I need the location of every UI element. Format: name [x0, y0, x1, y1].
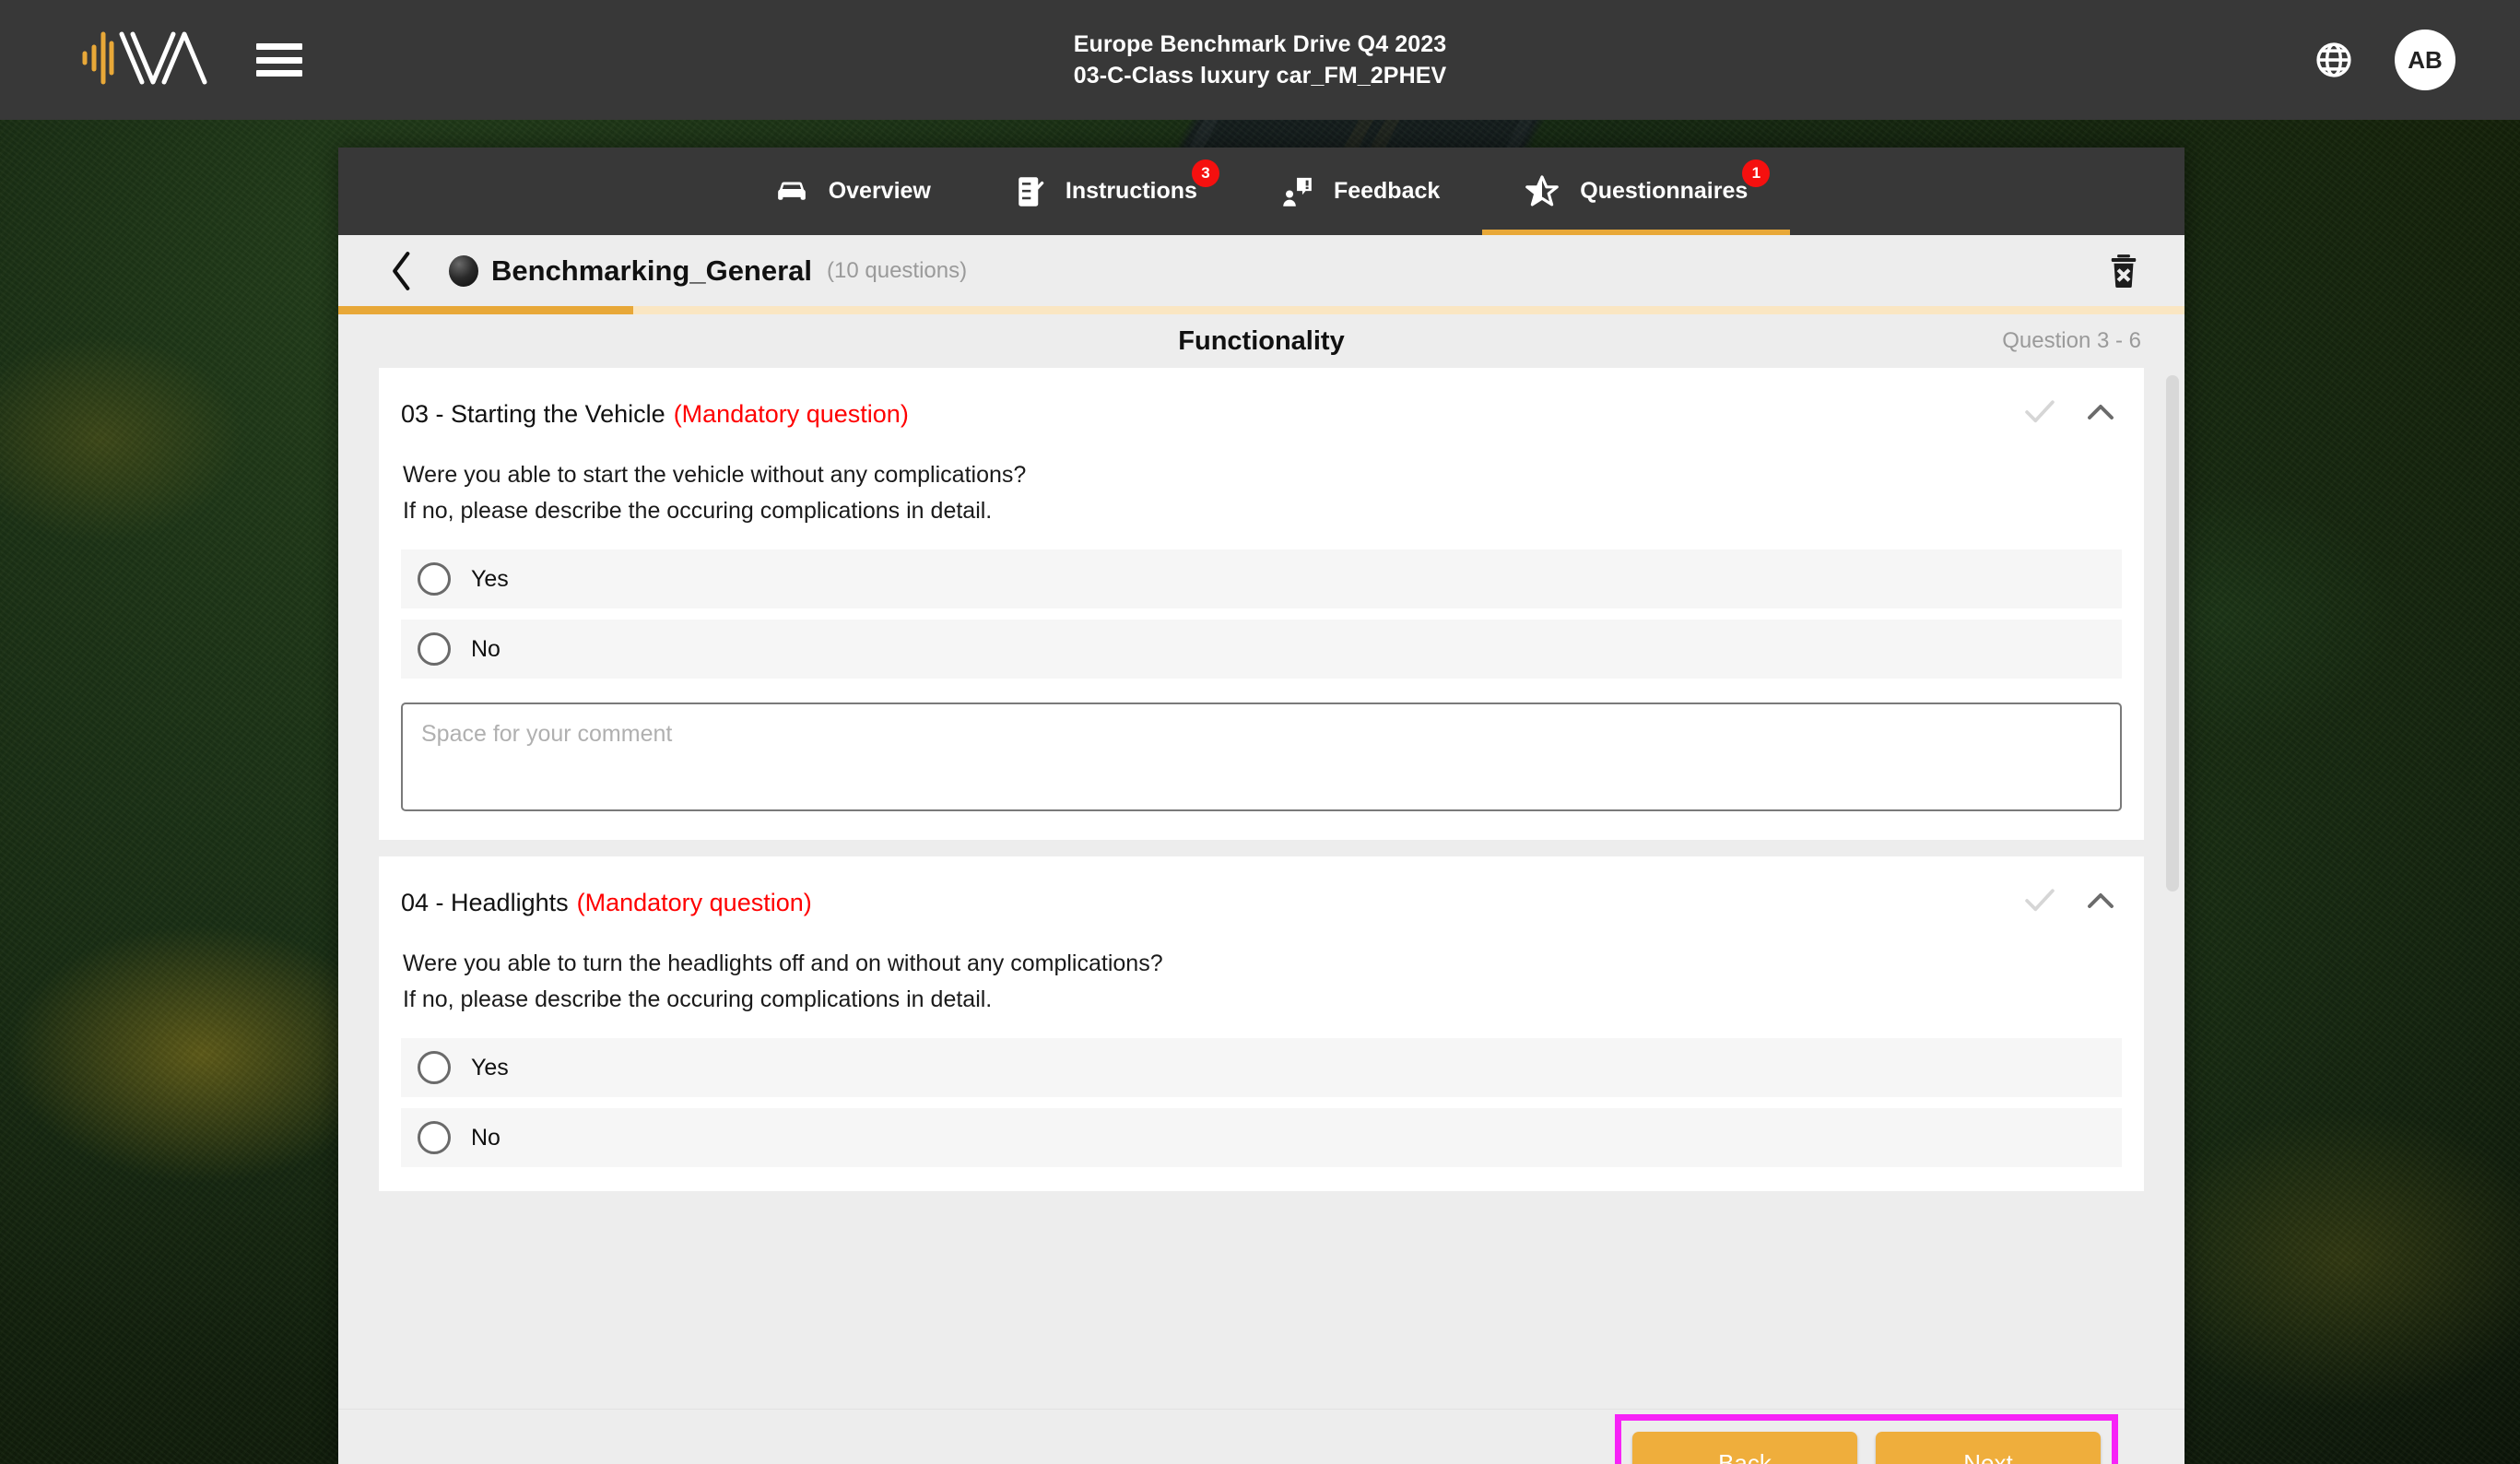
- back-chevron-icon[interactable]: [379, 245, 425, 297]
- avatar[interactable]: AB: [2395, 30, 2455, 90]
- navigation-buttons-highlight: Back Next: [1615, 1413, 2118, 1464]
- tab-feedback-label: Feedback: [1333, 178, 1441, 204]
- question-04-option-yes-label: Yes: [471, 1054, 509, 1080]
- page-title-line2: 03-C-Class luxury car_FM_2PHEV: [1073, 63, 1447, 89]
- check-icon: [2024, 399, 2055, 430]
- chevron-up-icon[interactable]: [2087, 403, 2114, 426]
- section-header: Functionality Question 3 - 6: [338, 314, 2184, 368]
- question-03-body: Were you able to start the vehicle witho…: [401, 435, 2122, 538]
- radio-icon[interactable]: [418, 632, 451, 666]
- chevron-up-icon[interactable]: [2087, 891, 2114, 915]
- progress-bar: [338, 306, 2184, 314]
- page-title-line1: Europe Benchmark Drive Q4 2023: [1073, 31, 1447, 57]
- question-04-text-line2: If no, please describe the occuring comp…: [403, 986, 993, 1012]
- progress-bar-fill: [338, 306, 634, 314]
- avatar-initials: AB: [2408, 45, 2443, 74]
- tab-instructions[interactable]: Instructions 3: [973, 148, 1240, 235]
- question-03-header: 03 - Starting the Vehicle (Mandatory que…: [401, 368, 2122, 435]
- scrollbar-thumb[interactable]: [2166, 375, 2179, 891]
- question-03-option-yes-label: Yes: [471, 565, 509, 592]
- question-03-option-no-label: No: [471, 635, 500, 662]
- next-button[interactable]: Next: [1876, 1431, 2101, 1464]
- top-bar: Europe Benchmark Drive Q4 2023 03-C-Clas…: [0, 0, 2520, 120]
- car-icon: [775, 178, 808, 206]
- question-04-option-yes[interactable]: Yes: [401, 1038, 2122, 1097]
- radio-icon[interactable]: [418, 1121, 451, 1154]
- questionnaire-count: (10 questions): [827, 257, 968, 283]
- footer-bar: Back Next: [338, 1409, 2184, 1464]
- status-dot-icon: [449, 254, 478, 287]
- question-03-option-no[interactable]: No: [401, 620, 2122, 679]
- tab-questionnaires-badge: 1: [1742, 159, 1771, 187]
- questionnaire-title: Benchmarking_General: [491, 254, 813, 287]
- question-03-text-line1: Were you able to start the vehicle witho…: [403, 462, 1027, 488]
- question-04-option-no[interactable]: No: [401, 1108, 2122, 1167]
- tab-feedback[interactable]: Feedback: [1240, 148, 1482, 235]
- question-04-option-no-label: No: [471, 1124, 500, 1151]
- page-title: Europe Benchmark Drive Q4 2023 03-C-Clas…: [0, 0, 2520, 120]
- question-04-header: 04 - Headlights (Mandatory question): [401, 856, 2122, 924]
- radio-icon[interactable]: [418, 562, 451, 596]
- question-03-title: 03 - Starting the Vehicle: [401, 400, 665, 428]
- question-04-body: Were you able to turn the headlights off…: [401, 924, 2122, 1027]
- question-03-comment-input[interactable]: [401, 702, 2122, 811]
- tab-questionnaires[interactable]: Questionnaires 1: [1482, 148, 1791, 235]
- questions-scroll-area[interactable]: 03 - Starting the Vehicle (Mandatory que…: [338, 368, 2184, 1409]
- trash-x-icon[interactable]: [2106, 253, 2141, 289]
- menu-icon[interactable]: [256, 43, 302, 77]
- tab-bar: Overview Instructions 3 Feedback Questio…: [338, 148, 2184, 235]
- question-counter: Question 3 - 6: [2002, 328, 2141, 353]
- check-icon: [2024, 888, 2055, 918]
- back-button[interactable]: Back: [1632, 1431, 1857, 1464]
- tab-instructions-label: Instructions: [1065, 178, 1197, 204]
- wave-logo[interactable]: [81, 29, 210, 92]
- question-03-mandatory: (Mandatory question): [673, 400, 909, 428]
- question-04-mandatory: (Mandatory question): [576, 889, 812, 916]
- feedback-icon: [1282, 176, 1313, 207]
- section-title: Functionality: [1178, 325, 1345, 356]
- tab-questionnaires-label: Questionnaires: [1580, 178, 1749, 204]
- question-04-text-line1: Were you able to turn the headlights off…: [403, 950, 1163, 976]
- breadcrumb: Benchmarking_General (10 questions): [338, 235, 2184, 306]
- question-03-text-line2: If no, please describe the occuring comp…: [403, 498, 993, 524]
- question-card-03: 03 - Starting the Vehicle (Mandatory que…: [379, 368, 2144, 840]
- question-card-04: 04 - Headlights (Mandatory question) Wer…: [379, 856, 2144, 1191]
- app-panel: Overview Instructions 3 Feedback Questio…: [338, 148, 2184, 1464]
- tab-overview-label: Overview: [828, 178, 931, 204]
- globe-icon[interactable]: [2314, 40, 2354, 80]
- radio-icon[interactable]: [418, 1051, 451, 1084]
- tab-overview[interactable]: Overview: [733, 148, 973, 235]
- checklist-icon: [1016, 175, 1045, 208]
- tab-instructions-badge: 3: [1191, 159, 1219, 187]
- star-icon: [1525, 174, 1560, 208]
- question-03-option-yes[interactable]: Yes: [401, 549, 2122, 608]
- question-04-title: 04 - Headlights: [401, 889, 569, 916]
